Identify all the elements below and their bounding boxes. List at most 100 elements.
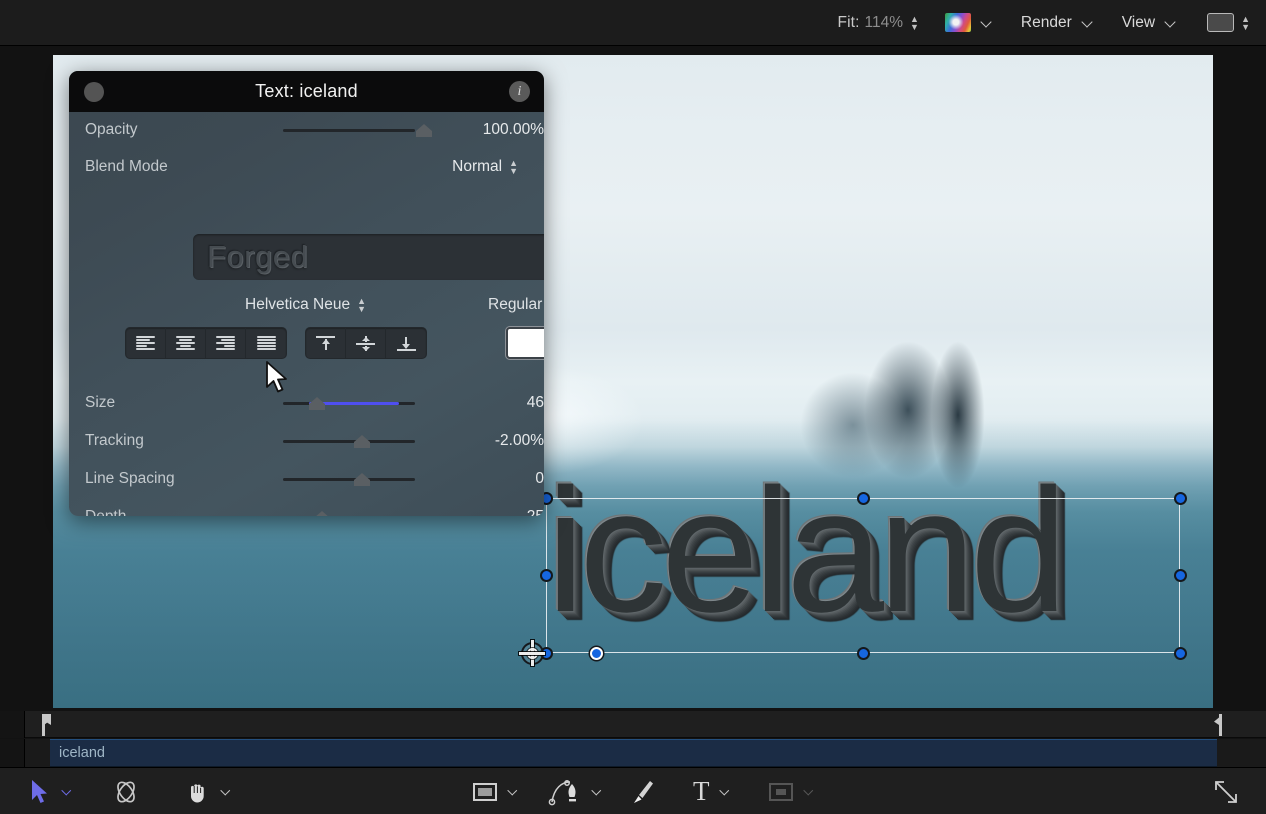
shape-tool[interactable] bbox=[472, 768, 518, 814]
anchor-point-icon[interactable] bbox=[521, 642, 544, 665]
selection-handle-middle-left[interactable] bbox=[540, 569, 553, 582]
horizontal-alignment-group[interactable] bbox=[125, 327, 287, 359]
blend-mode-row: Blend Mode Normal ▲▼ bbox=[69, 148, 544, 186]
line-spacing-row: Line Spacing 0 bbox=[69, 460, 544, 498]
size-slider[interactable] bbox=[283, 397, 415, 409]
text-style-preset-value: Forged bbox=[207, 239, 544, 275]
info-icon[interactable]: i bbox=[509, 81, 530, 102]
depth-value[interactable]: 25 bbox=[443, 508, 544, 516]
color-wheel-icon[interactable] bbox=[945, 13, 971, 32]
selection-handle-middle-right[interactable] bbox=[1174, 569, 1187, 582]
tracking-row: Tracking -2.00% bbox=[69, 422, 544, 460]
chevron-down-icon[interactable] bbox=[1083, 18, 1092, 27]
depth-slider[interactable] bbox=[283, 511, 415, 516]
viewport-icon[interactable] bbox=[1207, 13, 1234, 32]
alignment-row bbox=[69, 327, 544, 363]
text-color-swatch[interactable] bbox=[506, 327, 544, 359]
color-channels-control[interactable] bbox=[919, 0, 991, 46]
selection-handle-top-center[interactable] bbox=[857, 492, 870, 505]
align-justify-button[interactable] bbox=[246, 328, 286, 358]
hud-body: Opacity 100.00% Blend Mode Normal ▲▼ For… bbox=[69, 112, 544, 516]
font-family-stepper-icon[interactable]: ▲▼ bbox=[357, 297, 366, 313]
viewport-layout-control[interactable]: ▲▼ bbox=[1175, 0, 1250, 46]
valign-middle-button[interactable] bbox=[346, 328, 386, 358]
select-tool[interactable] bbox=[30, 768, 72, 814]
text-hud-panel[interactable]: Text: iceland i Opacity 100.00% Blend Mo… bbox=[69, 71, 544, 516]
shape-tool-chevron-icon[interactable] bbox=[509, 787, 518, 796]
selection-handle-bottom-right[interactable] bbox=[1174, 647, 1187, 660]
text-t-icon[interactable]: T bbox=[693, 776, 710, 807]
align-center-icon bbox=[176, 336, 195, 350]
valign-top-button[interactable] bbox=[306, 328, 346, 358]
blend-mode-stepper-icon[interactable]: ▲▼ bbox=[509, 159, 518, 175]
end-marker[interactable] bbox=[1214, 714, 1228, 736]
rectangle-icon[interactable] bbox=[472, 781, 498, 803]
view-menu-label: View bbox=[1122, 14, 1155, 32]
size-label: Size bbox=[85, 394, 215, 412]
bezier-tool-chevron-icon[interactable] bbox=[593, 787, 602, 796]
tracking-value[interactable]: -2.00% bbox=[443, 432, 544, 450]
selection-handle-top-right[interactable] bbox=[1174, 492, 1187, 505]
align-justify-icon bbox=[257, 336, 276, 350]
valign-bottom-button[interactable] bbox=[386, 328, 426, 358]
resize-diagonal-icon[interactable] bbox=[1212, 778, 1240, 806]
selection-handle-anchor-drag[interactable] bbox=[590, 647, 603, 660]
line-spacing-slider[interactable] bbox=[283, 473, 415, 485]
opacity-value[interactable]: 100.00% bbox=[443, 121, 544, 139]
orbit-3d-icon[interactable] bbox=[112, 778, 140, 806]
font-family-select[interactable]: Helvetica Neue ▲▼ bbox=[245, 296, 366, 314]
viewport-stepper-icon[interactable]: ▲▼ bbox=[1241, 15, 1250, 31]
motion-app-window: Fit: 114% ▲▼ Render View ▲▼ i bbox=[0, 0, 1266, 814]
opacity-slider[interactable] bbox=[283, 124, 415, 136]
timeline-track-lead bbox=[0, 739, 25, 767]
pen-icon[interactable] bbox=[548, 778, 582, 806]
view-menu[interactable]: View bbox=[1122, 14, 1175, 32]
timeline-track-bar[interactable]: iceland bbox=[50, 739, 1217, 767]
tracking-label: Tracking bbox=[85, 432, 215, 450]
timeline-track-row: iceland bbox=[0, 739, 1266, 767]
text-tool[interactable]: T bbox=[693, 768, 730, 814]
transform-3d-tool[interactable] bbox=[112, 768, 140, 814]
render-menu[interactable]: Render bbox=[1021, 14, 1092, 32]
selection-bounding-box[interactable] bbox=[546, 498, 1180, 653]
text-style-preset-field[interactable]: Forged ▲▼ bbox=[193, 234, 544, 280]
timeline-ruler[interactable] bbox=[0, 711, 1266, 738]
font-style-select[interactable]: Regular ▲▼ bbox=[488, 296, 544, 314]
blend-mode-value: Normal bbox=[452, 158, 502, 176]
mask-icon[interactable] bbox=[768, 781, 794, 803]
hud-title-bar[interactable]: Text: iceland i bbox=[69, 71, 544, 112]
bezier-tool[interactable] bbox=[548, 768, 602, 814]
line-spacing-value[interactable]: 0 bbox=[443, 470, 544, 488]
blend-mode-select[interactable]: Normal ▲▼ bbox=[452, 158, 518, 176]
align-center-button[interactable] bbox=[166, 328, 206, 358]
tracking-slider[interactable] bbox=[283, 435, 415, 447]
fit-value: 114% bbox=[864, 14, 903, 32]
hud-title: Text: iceland bbox=[69, 81, 544, 102]
timeline-ruler-lead bbox=[0, 711, 25, 738]
hand-icon[interactable] bbox=[185, 779, 211, 805]
mask-tool[interactable] bbox=[768, 768, 814, 814]
size-value[interactable]: 46 bbox=[443, 394, 544, 412]
fit-zoom-control[interactable]: Fit: 114% ▲▼ bbox=[838, 0, 919, 46]
depth-row: Depth 25 bbox=[69, 498, 544, 516]
arrow-cursor-icon[interactable] bbox=[30, 779, 52, 805]
font-row: Helvetica Neue ▲▼ Regular ▲▼ bbox=[69, 290, 544, 320]
chevron-down-icon[interactable] bbox=[982, 18, 991, 27]
playhead-marker[interactable] bbox=[36, 714, 51, 736]
pan-tool[interactable] bbox=[185, 768, 231, 814]
fit-stepper-icon[interactable]: ▲▼ bbox=[910, 15, 919, 31]
paint-tool[interactable] bbox=[630, 768, 656, 814]
select-tool-chevron-icon[interactable] bbox=[63, 787, 72, 796]
resize-handle[interactable] bbox=[1212, 768, 1240, 814]
vertical-alignment-group[interactable] bbox=[305, 327, 427, 359]
brush-icon[interactable] bbox=[630, 778, 656, 806]
pan-tool-chevron-icon[interactable] bbox=[222, 787, 231, 796]
align-left-button[interactable] bbox=[126, 328, 166, 358]
timeline-area: iceland bbox=[0, 711, 1266, 767]
text-tool-chevron-icon[interactable] bbox=[721, 787, 730, 796]
close-button-icon[interactable] bbox=[84, 82, 104, 102]
align-right-button[interactable] bbox=[206, 328, 246, 358]
mask-tool-chevron-icon[interactable] bbox=[805, 787, 814, 796]
selection-handle-bottom-center[interactable] bbox=[857, 647, 870, 660]
chevron-down-icon[interactable] bbox=[1166, 18, 1175, 27]
